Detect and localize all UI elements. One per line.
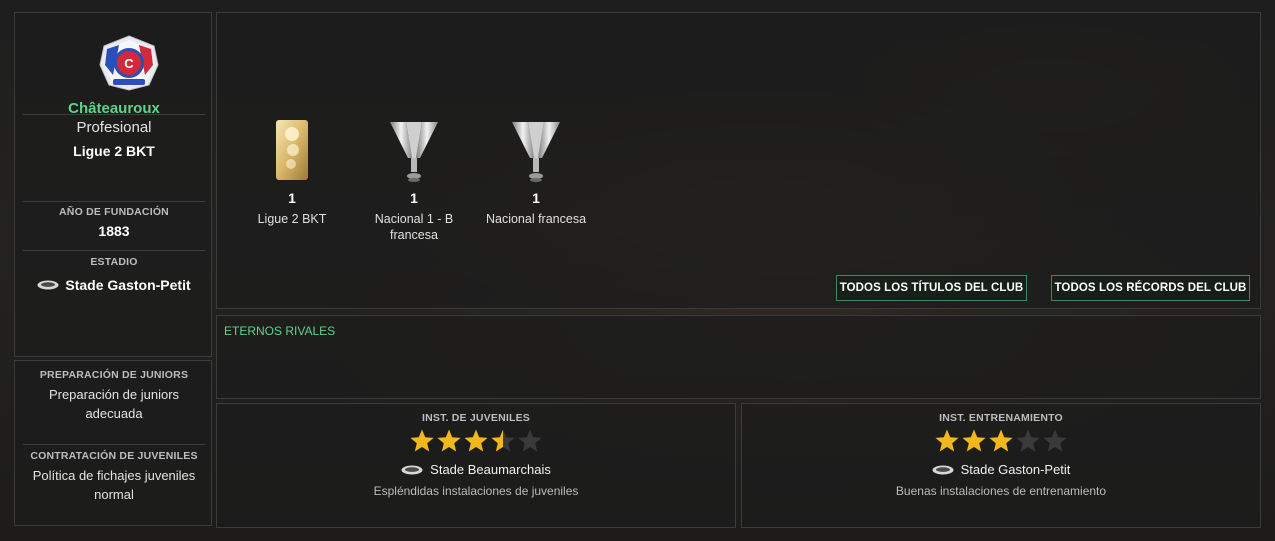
junior-prep-label: PREPARACIÓN DE JUNIORS: [39, 369, 189, 381]
founded-value: 1883: [98, 223, 130, 239]
trophy-name: Nacional 1 - B francesa: [374, 212, 454, 242]
stadium-icon: [932, 465, 954, 474]
training-facilities-rating: [742, 428, 1260, 454]
club-status: Profesional: [76, 119, 152, 136]
stadium-icon: [401, 465, 423, 474]
training-facilities-label: INST. ENTRENAMIENTO: [939, 412, 1063, 424]
divider: [23, 444, 205, 445]
club-info-card: C Châteauroux Profesional Ligue 2 BKT AÑ…: [14, 12, 212, 357]
training-facilities-card: INST. ENTRENAMIENTO Stade Gaston-Petit B…: [741, 403, 1261, 528]
trophies-card: 1 Ligue 2 BKT 1 Nacional 1 - B francesa: [216, 12, 1261, 309]
trophy-item[interactable]: 1 Nacional 1 - B francesa: [354, 118, 474, 243]
star-icon: [410, 429, 434, 452]
training-facilities-description: Buenas instalaciones de entrenamiento: [895, 484, 1107, 498]
divider: [23, 114, 205, 115]
star-icon: [935, 429, 959, 452]
stadium-row[interactable]: Stade Gaston-Petit: [15, 277, 213, 293]
trophy-count: 1: [410, 190, 418, 206]
rivals-title: ETERNOS RIVALES: [224, 324, 336, 338]
star-icon: [437, 429, 461, 452]
all-records-button[interactable]: TODOS LOS RÉCORDS DEL CLUB: [1051, 275, 1250, 301]
all-titles-button[interactable]: TODOS LOS TÍTULOS DEL CLUB: [836, 275, 1027, 301]
stadium-icon: [37, 280, 59, 290]
junior-prep-value: Preparación de juniors adecuada: [48, 387, 180, 421]
juniors-card: PREPARACIÓN DE JUNIORS Preparación de ju…: [14, 360, 212, 526]
founded-label: AÑO DE FUNDACIÓN: [59, 206, 169, 218]
silver-cup-icon: [390, 122, 438, 182]
trophy-item[interactable]: 1 Ligue 2 BKT: [232, 118, 352, 227]
divider: [23, 250, 205, 251]
trophy-count: 1: [288, 190, 296, 206]
youth-recruit-label: CONTRATACIÓN DE JUVENILES: [30, 450, 198, 462]
stadium-label: ESTADIO: [90, 256, 138, 268]
youth-stadium-row[interactable]: Stade Beaumarchais: [217, 462, 735, 477]
trophy-name: Ligue 2 BKT: [257, 212, 327, 226]
star-icon: [962, 429, 986, 452]
trophy-count: 1: [532, 190, 540, 206]
stadium-name: Stade Gaston-Petit: [65, 277, 191, 293]
rivals-card: ETERNOS RIVALES: [216, 315, 1261, 399]
youth-facilities-card: INST. DE JUVENILES Stade Beaumarchais Es…: [216, 403, 736, 528]
club-crest-icon: C: [99, 35, 159, 91]
silver-cup-icon: [512, 122, 560, 182]
trophy-item[interactable]: 1 Nacional francesa: [476, 118, 596, 227]
youth-recruit-value: Política de fichajes juveniles normal: [32, 468, 196, 502]
star-icon: [464, 429, 488, 452]
star-icon: [989, 429, 1013, 452]
trophy-name: Nacional francesa: [485, 212, 587, 226]
youth-stadium-name: Stade Beaumarchais: [430, 462, 551, 477]
svg-text:C: C: [124, 56, 134, 71]
training-stadium-row[interactable]: Stade Gaston-Petit: [742, 462, 1260, 477]
star-icon: [518, 429, 542, 452]
star-icon: [491, 429, 515, 452]
youth-facilities-description: Espléndidas instalaciones de juveniles: [373, 484, 579, 498]
divider: [23, 201, 205, 202]
star-icon: [1043, 429, 1067, 452]
star-icon: [1016, 429, 1040, 452]
youth-facilities-label: INST. DE JUVENILES: [421, 412, 531, 424]
training-stadium-name: Stade Gaston-Petit: [960, 462, 1071, 477]
youth-facilities-rating: [217, 428, 735, 454]
gold-trophy-icon: [276, 120, 308, 180]
club-league[interactable]: Ligue 2 BKT: [15, 143, 213, 159]
